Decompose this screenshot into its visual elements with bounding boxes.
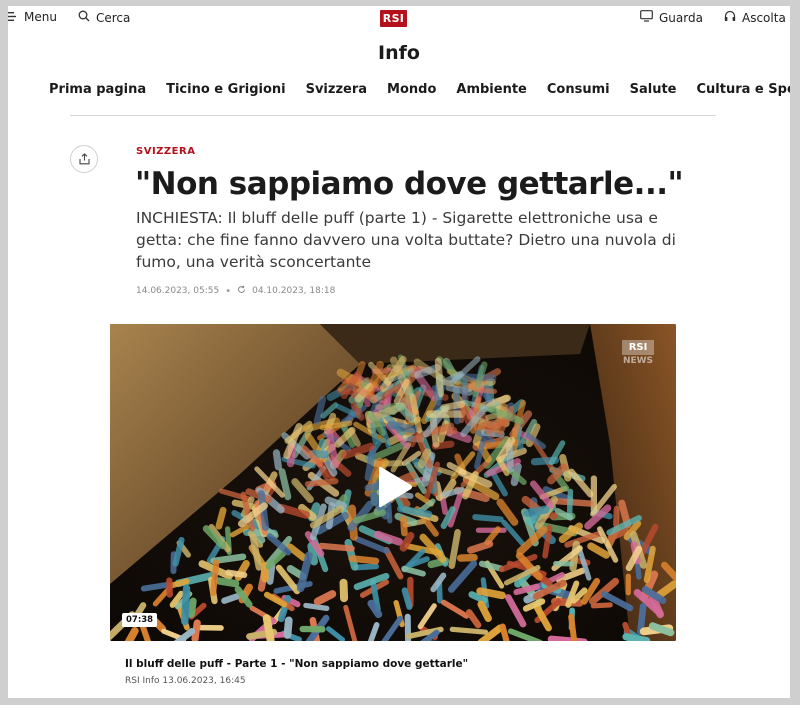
nav-item-ticino-grigioni[interactable]: Ticino e Grigioni (166, 82, 285, 97)
article-meta: 14.06.2023, 05:55 • 04.10.2023, 18:18 (136, 285, 335, 297)
nav-item-ambiente[interactable]: Ambiente (456, 82, 526, 97)
search-button[interactable]: Cerca (78, 10, 130, 25)
vape-shape (625, 573, 631, 596)
vape-shape (426, 410, 466, 418)
nav-item-cultura-spettacoli[interactable]: Cultura e Spettacoli (697, 82, 791, 97)
vape-shape (197, 624, 224, 631)
vape-shape (400, 515, 408, 537)
menu-label: Menu (24, 10, 57, 24)
article-lead: INCHIESTA: Il bluff delle puff (parte 1)… (136, 209, 676, 271)
nav-item-prima-pagina[interactable]: Prima pagina (49, 82, 146, 97)
top-bar: Menu Cerca RSI Guarda Ascolta (8, 6, 790, 28)
vape-shape (475, 527, 507, 533)
nav-item-consumi[interactable]: Consumi (547, 82, 610, 97)
nav-item-mondo[interactable]: Mondo (387, 82, 436, 97)
rsi-news-watermark: RSI NEWS (622, 340, 654, 366)
nav-item-salute[interactable]: Salute (630, 82, 677, 97)
watch-label: Guarda (659, 10, 703, 25)
vape-shape (339, 578, 349, 603)
update-icon (237, 285, 246, 297)
vape-shape (166, 577, 173, 598)
updated-date: 04.10.2023, 18:18 (252, 286, 336, 296)
video-subtitle: RSI Info 13.06.2023, 16:45 (125, 676, 246, 686)
search-label: Cerca (96, 10, 131, 25)
page-frame: Menu Cerca RSI Guarda Ascolta Info Prima… (8, 6, 790, 698)
listen-label: Ascolta (742, 10, 786, 25)
vape-shape (553, 561, 575, 567)
nav-item-svizzera[interactable]: Svizzera (306, 82, 367, 97)
main-nav: Prima pagina Ticino e Grigioni Svizzera … (49, 82, 790, 97)
nav-divider (70, 115, 716, 116)
search-icon (78, 10, 90, 25)
watch-button[interactable]: Guarda (640, 10, 703, 25)
headphones-icon (724, 10, 736, 25)
play-button[interactable] (363, 457, 423, 517)
vape-shape (299, 625, 326, 633)
menu-button[interactable]: Menu (8, 10, 57, 24)
share-button[interactable] (70, 145, 98, 173)
menu-icon (8, 10, 18, 24)
video-caption: Il bluff delle puff - Parte 1 - "Non sap… (110, 641, 676, 698)
rsi-logo[interactable]: RSI (380, 10, 407, 27)
play-icon (379, 466, 412, 508)
video-duration: 07:38 (122, 613, 158, 627)
section-title[interactable]: Info (8, 42, 790, 64)
video-title[interactable]: Il bluff delle puff - Parte 1 - "Non sap… (125, 658, 468, 670)
article-kicker[interactable]: SVIZZERA (136, 146, 195, 157)
tv-icon (640, 10, 653, 25)
published-date: 14.06.2023, 05:55 (136, 286, 220, 296)
article-headline: "Non sappiamo dove gettarle..." (135, 166, 684, 202)
listen-button[interactable]: Ascolta (724, 10, 786, 25)
watermark-news: NEWS (622, 356, 654, 366)
video-player[interactable]: RSI NEWS 07:38 (110, 324, 676, 641)
share-icon (78, 150, 90, 169)
watermark-rsi: RSI (622, 340, 654, 355)
meta-separator: • (225, 285, 232, 297)
vape-shape (613, 505, 620, 528)
